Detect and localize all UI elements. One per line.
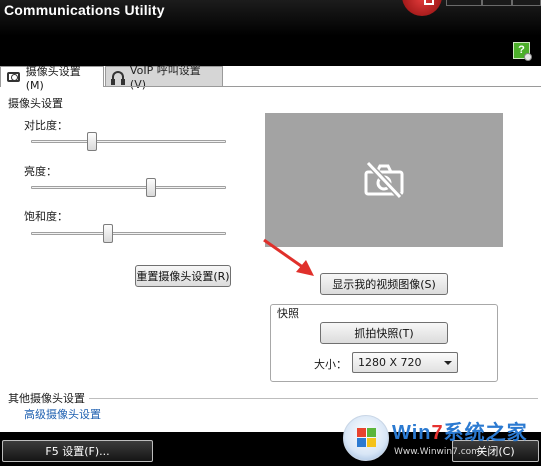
reset-camera-button[interactable]: 重置摄像头设置(R) [135,265,231,287]
close-window-button[interactable] [512,0,541,6]
brightness-slider-thumb[interactable] [146,178,156,197]
capture-snapshot-button[interactable]: 抓拍快照(T) [320,322,448,344]
window-title: Communications Utility [4,2,165,18]
tab-voip-settings[interactable]: VoIP 呼叫设置(V) [105,64,223,91]
size-select-value: 1280 X 720 [358,356,422,369]
contrast-slider-thumb[interactable] [87,132,97,151]
brightness-label: 亮度： [24,165,57,178]
chevron-down-icon [444,361,452,365]
tab-camera-settings[interactable]: 摄像头设置(M) [0,65,104,92]
show-my-video-button[interactable]: 显示我的视频图像(S) [320,273,448,295]
watermark-url: Www.Winwin7.com [394,447,480,457]
size-select[interactable]: 1280 X 720 [352,352,458,373]
minimize-button[interactable] [446,0,482,6]
size-label: 大小： [314,358,347,371]
title-bar: Communications Utility [0,0,541,36]
tab-camera-settings-label: 摄像头设置(M) [25,64,81,92]
app-logo-icon [402,0,442,16]
saturation-slider-track[interactable] [31,232,226,235]
saturation-slider-thumb[interactable] [103,224,113,243]
camera-off-icon [364,161,404,199]
headset-icon [111,71,125,85]
annotation-arrow-icon [263,238,314,276]
toolbar-strip [0,36,541,66]
contrast-slider-track[interactable] [31,140,226,143]
windows-logo-icon [343,415,389,461]
brightness-slider-track[interactable] [31,186,226,189]
saturation-label: 饱和度： [24,210,68,223]
advanced-camera-settings-link[interactable]: 高级摄像头设置 [24,406,101,422]
f5-settings-button[interactable]: F5 设置(F)... [2,440,153,462]
maximize-button[interactable] [482,0,512,6]
camera-settings-heading: 摄像头设置 [8,97,63,110]
video-preview [265,113,503,247]
contrast-label: 对比度： [24,119,68,132]
other-settings-heading: 其他摄像头设置 [8,390,89,406]
camera-icon [7,72,20,82]
watermark-text: Win7系统之家 [392,422,528,444]
snapshot-legend: 快照 [274,305,302,321]
help-icon[interactable]: ? [513,42,532,61]
